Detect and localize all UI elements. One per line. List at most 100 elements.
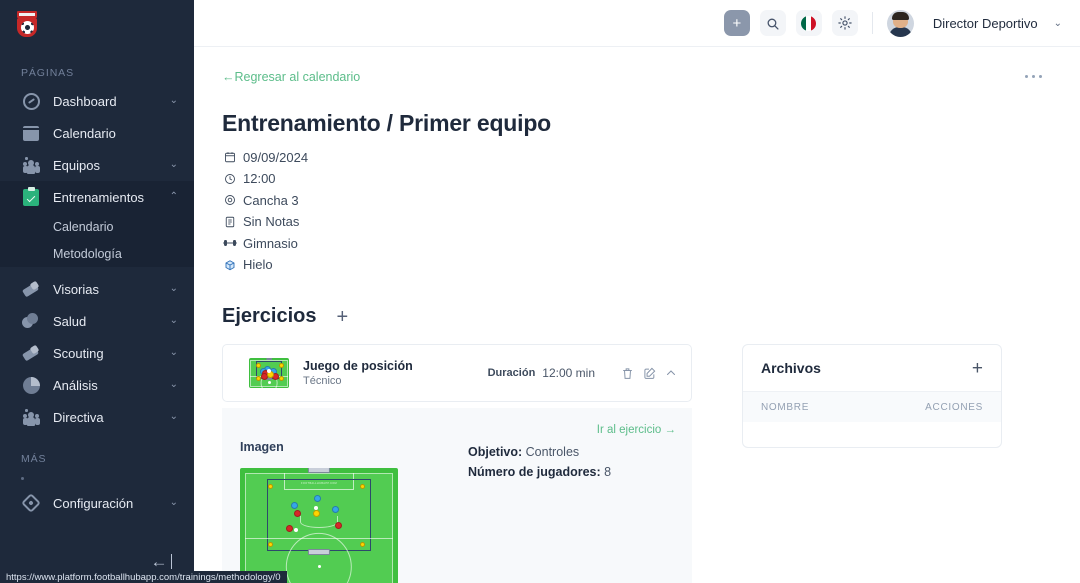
people-icon xyxy=(21,407,41,427)
pills-icon xyxy=(21,311,41,331)
exercise-detail-panel: Ir al ejercicio → Imagen FOOTBALLHUBAPP.… xyxy=(222,408,692,583)
meta-value: Cancha 3 xyxy=(243,192,299,208)
user-name[interactable]: Director Deportivo xyxy=(933,16,1038,31)
ice-cube-icon xyxy=(222,259,237,271)
image-label: Imagen xyxy=(240,440,284,455)
people-icon xyxy=(21,155,41,175)
sidebar-item-label: Directiva xyxy=(53,409,104,425)
sidebar-item-visorias[interactable]: Visorias ⌄ xyxy=(0,273,194,305)
sidebar-logo[interactable] xyxy=(0,0,194,47)
add-button[interactable]: + xyxy=(723,10,750,36)
chevron-up-icon[interactable] xyxy=(665,367,677,379)
exercise-thumbnail xyxy=(249,358,289,389)
meta-value: 09/09/2024 xyxy=(243,149,309,165)
add-exercise-button[interactable]: + xyxy=(337,307,349,327)
goto-exercise-link[interactable]: Ir al ejercicio → xyxy=(597,424,676,436)
sidebar-item-scouting[interactable]: Scouting ⌄ xyxy=(0,337,194,369)
chevron-down-icon[interactable]: ⌄ xyxy=(1054,18,1062,29)
files-title: Archivos xyxy=(761,360,821,377)
column-header-acciones: ACCIONES xyxy=(925,401,983,413)
exercises-title: Ejercicios xyxy=(222,305,317,328)
sidebar-item-label: Calendario xyxy=(53,125,116,141)
sidebar-item-equipos[interactable]: Equipos ⌄ xyxy=(0,149,194,181)
arrow-left-icon: ← xyxy=(150,551,168,571)
content-scroll: ←Regresar al calendario Entrenamiento / … xyxy=(194,47,1080,583)
search-button[interactable] xyxy=(759,10,786,36)
files-column: Archivos + NOMBRE ACCIONES xyxy=(742,344,1002,449)
clipboard-check-icon xyxy=(21,187,41,207)
sidebar-item-label: Análisis xyxy=(53,377,98,393)
meta-row-time: 12:00 xyxy=(222,168,1044,190)
sidebar-item-entrenamientos[interactable]: Entrenamientos ⌃ xyxy=(0,181,194,213)
chevron-down-icon[interactable]: ⌄ xyxy=(170,96,178,106)
location-pin-icon xyxy=(222,194,237,206)
sidebar-item-salud[interactable]: Salud ⌄ xyxy=(0,305,194,337)
field-value: Controles xyxy=(525,445,580,460)
sidebar-subitem-metodologia[interactable]: Metodología xyxy=(0,240,194,267)
sidebar-item-label: Salud xyxy=(53,313,87,329)
compass-icon xyxy=(21,91,41,111)
sidebar-collapse-button[interactable]: ← xyxy=(150,551,172,571)
add-file-button[interactable]: + xyxy=(972,359,983,378)
files-card-header: Archivos + xyxy=(743,345,1001,393)
exercise-name: Juego de posición xyxy=(303,359,413,374)
exercise-info: Juego de posición Técnico xyxy=(303,359,488,387)
meta-value: Gimnasio xyxy=(243,235,298,251)
field-key: Número de jugadores: xyxy=(468,465,601,480)
top-bar: + Director Deportivo ⌄ xyxy=(194,0,1080,47)
sidebar-nav: PÁGINAS Dashboard ⌄ Calendario Equipos ⌄ xyxy=(0,47,194,539)
chevron-down-icon[interactable]: ⌄ xyxy=(170,380,178,390)
chevron-down-icon[interactable]: ⌄ xyxy=(170,348,178,358)
collapse-bar xyxy=(170,553,172,569)
plus-icon: + xyxy=(732,14,742,32)
sidebar-group-entrenamientos: Entrenamientos ⌃ Calendario Metodología xyxy=(0,181,194,267)
notes-icon xyxy=(222,216,237,228)
files-card: Archivos + NOMBRE ACCIONES xyxy=(742,344,1002,449)
sidebar-more-dot xyxy=(21,477,24,480)
chevron-up-icon[interactable]: ⌃ xyxy=(170,192,178,202)
avatar[interactable] xyxy=(886,9,914,37)
edit-icon[interactable] xyxy=(643,367,656,380)
sidebar-item-label: Dashboard xyxy=(53,93,117,109)
diamond-settings-icon xyxy=(21,493,41,513)
chevron-down-icon[interactable]: ⌄ xyxy=(170,160,178,170)
chevron-down-icon[interactable]: ⌄ xyxy=(170,316,178,326)
sidebar-section-pages-label: PÁGINAS xyxy=(21,67,74,79)
dumbbell-icon xyxy=(222,237,237,249)
exercises-column: Juego de posición Técnico Duración 12:00… xyxy=(222,344,692,583)
clock-icon xyxy=(222,173,237,185)
meta-row-date: 09/09/2024 xyxy=(222,146,1044,168)
sidebar-subitem-calendario[interactable]: Calendario xyxy=(0,213,194,240)
more-options-button[interactable] xyxy=(1023,69,1044,84)
status-bar-url: https://www.platform.footballhubapp.com/… xyxy=(0,571,287,583)
back-to-calendar-link[interactable]: ←Regresar al calendario xyxy=(222,70,360,84)
column-header-nombre: NOMBRE xyxy=(761,401,810,413)
field-value: 8 xyxy=(604,465,612,480)
chevron-down-icon[interactable]: ⌄ xyxy=(170,412,178,422)
sidebar-item-dashboard[interactable]: Dashboard ⌄ xyxy=(0,85,194,117)
exercise-fields-column: Objetivo: Controles Número de jugadores:… xyxy=(468,440,676,583)
app-root: PÁGINAS Dashboard ⌄ Calendario Equipos ⌄ xyxy=(0,0,1080,583)
trash-icon[interactable] xyxy=(621,367,634,380)
page-title: Entrenamiento / Primer equipo xyxy=(222,110,552,137)
main-area: + Director Deportivo ⌄ ←Regresar al cale… xyxy=(194,0,1080,583)
language-button[interactable] xyxy=(795,10,822,36)
chevron-down-icon[interactable]: ⌄ xyxy=(170,498,178,508)
meta-row-location: Cancha 3 xyxy=(222,189,1044,211)
sidebar-item-analisis[interactable]: Análisis ⌄ xyxy=(0,369,194,401)
sidebar-item-calendario[interactable]: Calendario xyxy=(0,117,194,149)
sidebar-item-directiva[interactable]: Directiva ⌄ xyxy=(0,401,194,433)
sidebar-item-label: Entrenamientos xyxy=(53,189,145,205)
chevron-down-icon[interactable]: ⌄ xyxy=(170,284,178,294)
sidebar-item-label: Visorias xyxy=(53,281,100,297)
goto-exercise-row: Ir al ejercicio → xyxy=(240,420,676,438)
calendar-icon xyxy=(222,151,237,163)
calendar-icon xyxy=(21,123,41,143)
exercise-field-objetivo: Objetivo: Controles xyxy=(468,442,676,462)
sidebar-item-configuracion[interactable]: Configuración ⌄ xyxy=(0,487,194,519)
sidebar: PÁGINAS Dashboard ⌄ Calendario Equipos ⌄ xyxy=(0,0,194,583)
football-club-crest-icon xyxy=(14,10,40,38)
duration-value: 12:00 min xyxy=(542,366,595,381)
theme-toggle-button[interactable] xyxy=(831,10,858,36)
exercise-card[interactable]: Juego de posición Técnico Duración 12:00… xyxy=(222,344,692,403)
